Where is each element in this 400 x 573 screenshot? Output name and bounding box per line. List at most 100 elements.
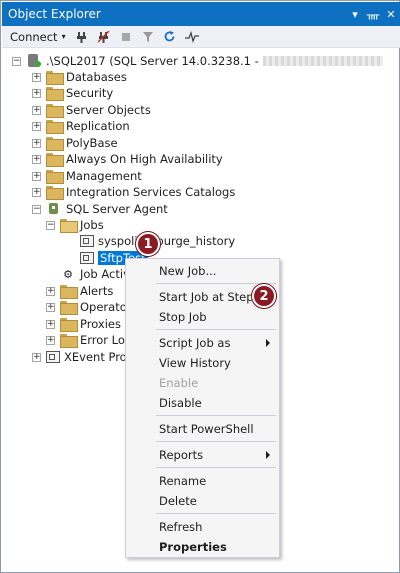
expand-icon[interactable]: + — [32, 138, 41, 148]
expand-icon[interactable]: + — [32, 88, 41, 98]
tree-node-label: Server Objects — [66, 103, 151, 117]
object-explorer-panel: Object Explorer ▾ ᚄ ✕ Connect ▾ − .\SQL2… — [0, 0, 400, 573]
tree-node-alerts[interactable]: + Alerts — [46, 283, 113, 299]
connect-button[interactable]: Connect ▾ — [6, 28, 70, 46]
expand-icon[interactable]: + — [32, 171, 41, 181]
folder-icon — [60, 285, 78, 299]
refresh-icon[interactable] — [160, 28, 180, 46]
expand-icon[interactable]: + — [46, 302, 55, 312]
tree-node-integration-services[interactable]: + Integration Services Catalogs — [32, 184, 235, 200]
menu-item-label: Reports — [159, 448, 204, 462]
collapse-icon[interactable]: − — [46, 220, 55, 230]
folder-icon — [60, 334, 78, 348]
menu-item-view-history[interactable]: View History — [127, 353, 278, 373]
menu-item-start-powershell[interactable]: Start PowerShell — [127, 419, 278, 439]
tree-node-replication[interactable]: + Replication — [32, 118, 130, 134]
submenu-arrow-icon — [266, 339, 270, 347]
folder-icon — [46, 153, 64, 167]
expand-icon[interactable]: + — [32, 121, 41, 131]
redacted-text — [262, 56, 383, 66]
tree-node-always-on[interactable]: + Always On High Availability — [32, 151, 223, 167]
tree-node-proxies[interactable]: + Proxies — [46, 316, 121, 332]
menu-item-new-job[interactable]: New Job... — [127, 261, 278, 281]
chevron-down-icon: ▾ — [61, 32, 66, 41]
expand-icon[interactable]: + — [46, 319, 55, 329]
folder-open-icon — [60, 219, 78, 233]
menu-item-script-job-as[interactable]: Script Job as — [127, 333, 278, 353]
sql-agent-icon — [46, 202, 62, 216]
connect-icon[interactable] — [72, 28, 92, 46]
pin-icon[interactable]: ᚄ — [364, 8, 382, 21]
expand-icon[interactable]: + — [32, 187, 41, 197]
folder-icon — [46, 104, 64, 118]
menu-item-stop-job[interactable]: Stop Job — [127, 307, 278, 327]
tree-node-label: syspolicy_purge_history — [98, 234, 236, 248]
activity-monitor-icon[interactable] — [182, 28, 202, 46]
folder-icon — [46, 71, 64, 85]
menu-separator — [156, 283, 276, 284]
stop-icon[interactable] — [116, 28, 136, 46]
connect-label: Connect — [10, 29, 58, 44]
tree-node-operators[interactable]: + Operators — [46, 299, 137, 315]
tree-node-server-objects[interactable]: + Server Objects — [32, 102, 151, 118]
folder-icon — [60, 318, 78, 332]
collapse-icon[interactable]: − — [12, 56, 21, 66]
menu-item-delete[interactable]: Delete — [127, 491, 278, 511]
menu-item-reports[interactable]: Reports — [127, 445, 278, 465]
callout-badge-1: 1 — [136, 232, 160, 256]
dropdown-icon[interactable]: ▾ — [346, 8, 364, 21]
panel-title: Object Explorer — [8, 7, 101, 21]
filter-icon[interactable] — [138, 28, 158, 46]
menu-separator — [156, 415, 276, 416]
close-icon[interactable]: ✕ — [382, 8, 400, 21]
expand-icon[interactable]: + — [32, 154, 41, 164]
server-icon — [26, 54, 42, 68]
menu-item-refresh[interactable]: Refresh — [127, 517, 278, 537]
tree-node-polybase[interactable]: + PolyBase — [32, 135, 118, 151]
tree-node-databases[interactable]: + Databases — [32, 69, 127, 85]
folder-icon — [46, 137, 64, 151]
tree-node-security[interactable]: + Security — [32, 85, 113, 101]
tree-node-server[interactable]: − .\SQL2017 (SQL Server 14.0.3238.1 - — [12, 53, 383, 69]
tree-node-label: Jobs — [80, 218, 104, 232]
xevent-profiler-icon — [46, 351, 60, 363]
menu-item-label: Script Job as — [159, 336, 231, 350]
menu-separator — [156, 441, 276, 442]
folder-icon — [46, 87, 64, 101]
menu-item-rename[interactable]: Rename — [127, 471, 278, 491]
callout-badge-2: 2 — [252, 284, 276, 308]
expand-icon[interactable]: + — [32, 105, 41, 115]
disconnect-icon[interactable] — [94, 28, 114, 46]
expand-icon[interactable]: + — [46, 286, 55, 296]
menu-separator — [156, 513, 276, 514]
tree-node-jobs[interactable]: − Jobs — [46, 217, 104, 233]
menu-separator — [156, 467, 276, 468]
tree-node-label: Replication — [66, 119, 130, 133]
tree-node-sql-server-agent[interactable]: − SQL Server Agent — [32, 201, 168, 217]
tree-node-label: Integration Services Catalogs — [66, 185, 236, 199]
menu-separator — [156, 329, 276, 330]
server-label: .\SQL2017 (SQL Server 14.0.3238.1 - — [46, 54, 259, 68]
tree-node-label: Proxies — [80, 317, 121, 331]
menu-item-enable: Enable — [159, 376, 199, 390]
folder-icon — [46, 170, 64, 184]
collapse-icon[interactable]: − — [32, 204, 41, 214]
job-icon — [80, 252, 94, 264]
tree-node-label: Management — [66, 169, 142, 183]
activity-monitor-icon: ⚙ — [63, 267, 73, 281]
folder-icon — [46, 186, 64, 200]
tree-node-label: PolyBase — [66, 136, 118, 150]
folder-icon — [60, 301, 78, 315]
panel-title-bar: Object Explorer ▾ ᚄ ✕ — [2, 2, 400, 26]
tree-node-management[interactable]: + Management — [32, 168, 142, 184]
expand-icon[interactable]: + — [32, 352, 41, 362]
expand-icon[interactable]: + — [32, 72, 41, 82]
tree-node-label: Databases — [66, 70, 127, 84]
menu-item-properties[interactable]: Properties — [127, 537, 278, 557]
menu-item-disable[interactable]: Disable — [127, 393, 278, 413]
tree-node-label: Always On High Availability — [66, 152, 223, 166]
object-explorer-toolbar: Connect ▾ — [2, 26, 400, 48]
folder-icon — [46, 120, 64, 134]
expand-icon[interactable]: + — [46, 335, 55, 345]
tree-node-label: Security — [66, 86, 114, 100]
